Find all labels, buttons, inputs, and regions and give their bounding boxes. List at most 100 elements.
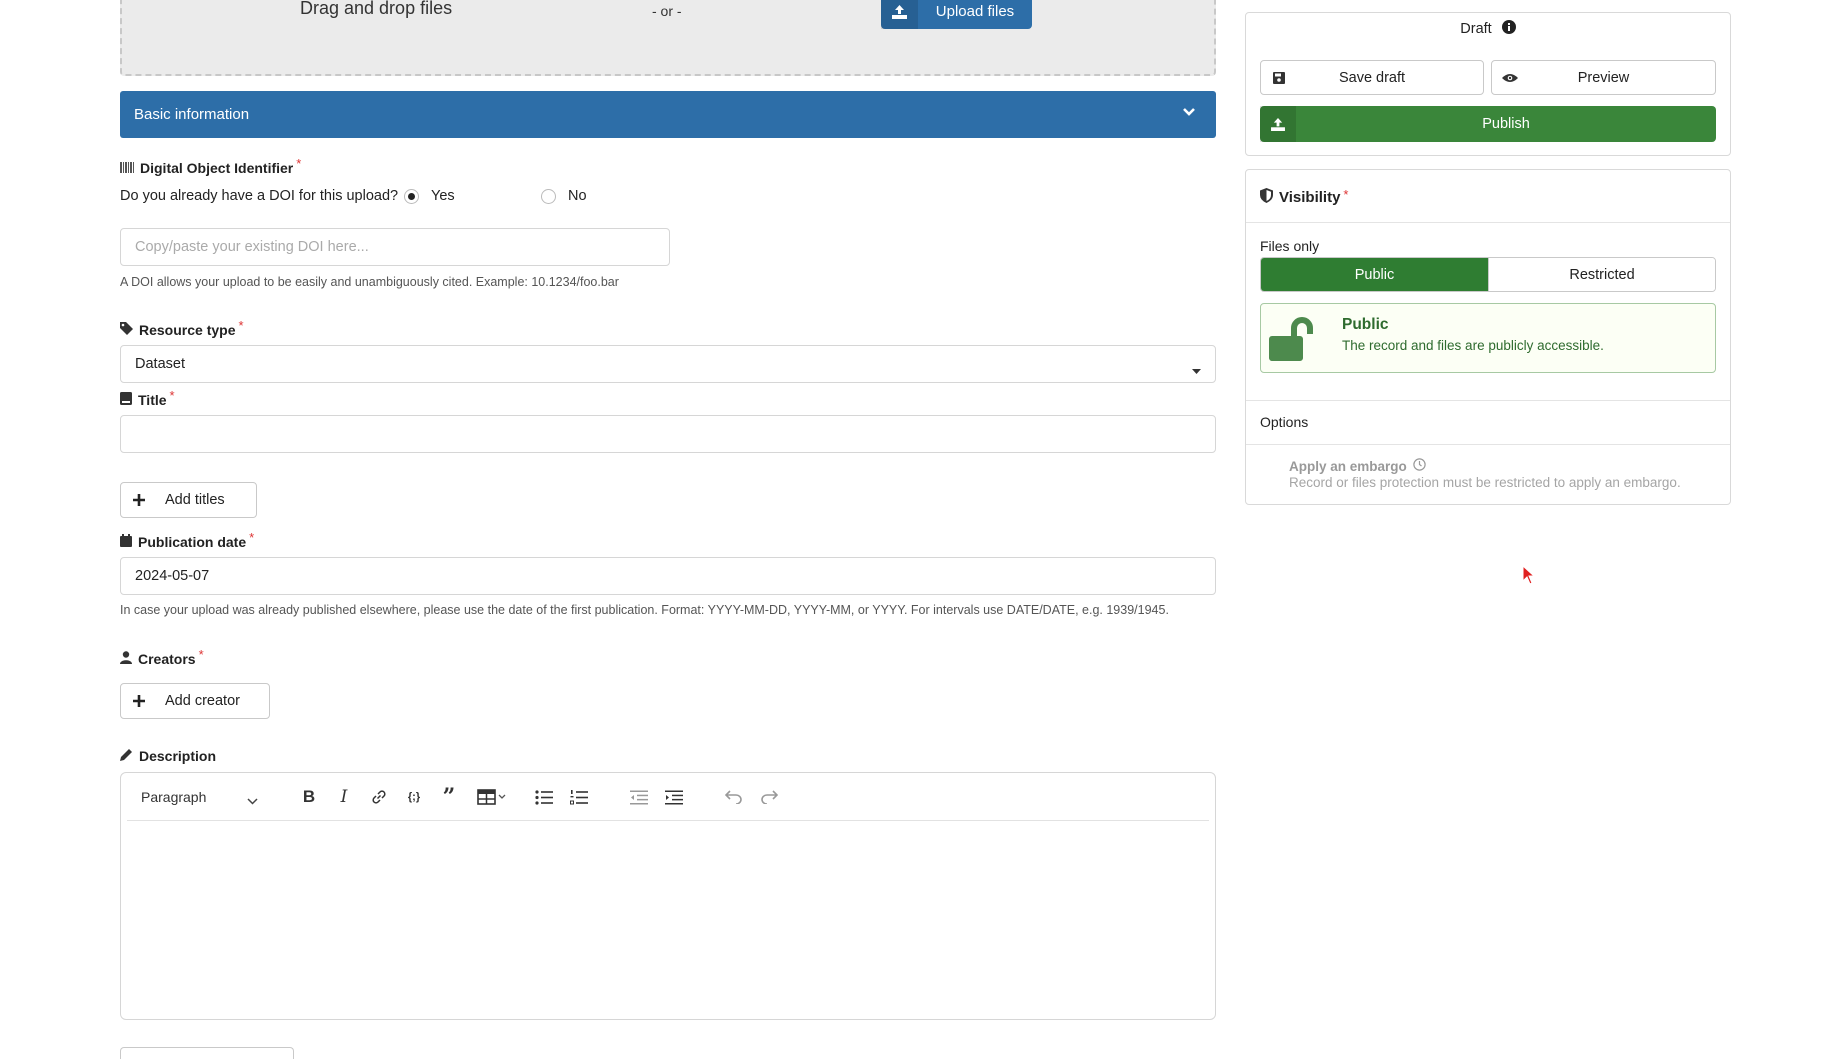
add-titles-label: Add titles xyxy=(165,492,225,508)
info-icon[interactable] xyxy=(1501,20,1516,38)
shield-icon xyxy=(1260,188,1273,207)
chevron-down-icon xyxy=(247,792,258,808)
visibility-toggle-group: Public Restricted xyxy=(1260,257,1716,292)
resource-type-select[interactable]: Dataset xyxy=(120,345,1216,383)
upload-files-label: Upload files xyxy=(935,3,1015,20)
doi-option-no[interactable]: No xyxy=(541,188,587,204)
unlock-icon xyxy=(1269,316,1319,366)
visibility-panel: Visibility * Files only Public Restricte… xyxy=(1245,169,1731,505)
options-header: Options xyxy=(1260,414,1309,430)
dropzone-or-text: - or - xyxy=(652,3,682,19)
publish-button[interactable]: Publish xyxy=(1260,106,1716,142)
link-icon[interactable] xyxy=(367,785,391,809)
basic-information-accordion[interactable]: Basic information xyxy=(120,91,1216,138)
numbered-list-icon[interactable] xyxy=(567,785,591,809)
chevron-down-icon xyxy=(1182,105,1196,123)
description-label-group: Description xyxy=(120,748,216,764)
preview-label: Preview xyxy=(1577,69,1630,86)
draft-status-label: Draft xyxy=(1460,21,1492,37)
dropdown-caret-icon xyxy=(1192,362,1201,378)
paragraph-style-dropdown[interactable]: Paragraph xyxy=(141,785,261,809)
outdent-icon[interactable] xyxy=(627,785,651,809)
visibility-header: Visibility * xyxy=(1260,187,1349,207)
doi-yes-label: Yes xyxy=(431,188,455,204)
mouse-cursor xyxy=(1522,564,1536,590)
publication-date-input[interactable]: 2024-05-07 xyxy=(120,557,1216,595)
public-toggle-button[interactable]: Public xyxy=(1261,258,1488,291)
status-panel: Draft Save draft Preview Publish xyxy=(1245,12,1731,156)
doi-yes-radio[interactable] xyxy=(404,188,419,204)
upload-icon xyxy=(1260,106,1296,142)
restricted-toggle-button[interactable]: Restricted xyxy=(1488,258,1715,291)
add-creator-label: Add creator xyxy=(165,693,240,709)
doi-input-placeholder: Copy/paste your existing DOI here... xyxy=(135,239,369,255)
eye-icon xyxy=(1492,73,1528,83)
creators-label-group: Creators * xyxy=(120,647,204,667)
accordion-title: Basic information xyxy=(134,106,250,123)
upload-files-button[interactable]: Upload files xyxy=(881,0,1032,29)
editor-toolbar: Paragraph B I {;} ” xyxy=(127,773,1209,821)
title-required-mark: * xyxy=(169,387,175,403)
public-info-box: Public The record and files are publicly… xyxy=(1260,303,1716,373)
save-draft-label: Save draft xyxy=(1338,69,1406,86)
title-label-group: Title * xyxy=(120,388,175,408)
floppy-disk-icon xyxy=(1261,71,1297,84)
doi-required-mark: * xyxy=(296,155,302,171)
upload-icon xyxy=(881,0,918,29)
undo-icon[interactable] xyxy=(722,785,746,809)
indent-icon[interactable] xyxy=(662,785,686,809)
save-draft-button[interactable]: Save draft xyxy=(1260,60,1484,95)
embargo-title: Apply an embargo xyxy=(1289,458,1407,474)
doi-no-radio[interactable] xyxy=(541,188,556,204)
calendar-icon xyxy=(120,534,132,550)
bold-icon[interactable]: B xyxy=(297,785,321,809)
book-icon xyxy=(120,392,132,408)
table-icon[interactable] xyxy=(472,785,512,809)
resource-type-label: Resource type xyxy=(139,322,236,338)
user-icon xyxy=(120,651,132,667)
tag-icon xyxy=(120,322,133,338)
blockquote-icon[interactable]: ” xyxy=(437,784,461,810)
creators-label: Creators xyxy=(138,651,196,667)
publication-date-help: In case your upload was already publishe… xyxy=(120,603,1169,617)
add-creator-button[interactable]: Add creator xyxy=(120,683,270,719)
plus-icon xyxy=(121,695,157,707)
partial-button[interactable] xyxy=(120,1047,294,1059)
bulleted-list-icon[interactable] xyxy=(532,785,556,809)
public-info-title: Public xyxy=(1342,316,1389,333)
doi-no-label: No xyxy=(568,188,587,204)
publication-date-required-mark: * xyxy=(249,529,255,545)
doi-label: Digital Object Identifier xyxy=(140,160,294,176)
clock-icon xyxy=(1413,458,1426,474)
draft-status: Draft xyxy=(1246,13,1730,45)
code-block-icon[interactable]: {;} xyxy=(402,785,426,809)
visibility-title: Visibility xyxy=(1279,189,1341,206)
doi-input[interactable]: Copy/paste your existing DOI here... xyxy=(120,228,670,266)
title-input[interactable] xyxy=(120,415,1216,453)
dropzone-text: Drag and drop files xyxy=(300,0,453,18)
doi-option-yes[interactable]: Yes xyxy=(404,188,455,204)
embargo-help: Record or files protection must be restr… xyxy=(1289,475,1681,490)
italic-icon[interactable]: I xyxy=(332,785,356,809)
add-titles-button[interactable]: Add titles xyxy=(120,482,257,518)
preview-button[interactable]: Preview xyxy=(1491,60,1716,95)
description-label: Description xyxy=(139,748,217,764)
barcode-icon xyxy=(120,160,134,176)
visibility-required-mark: * xyxy=(1343,187,1349,202)
options-top-divider xyxy=(1246,400,1730,401)
doi-help: A DOI allows your upload to be easily an… xyxy=(120,275,619,289)
resource-type-value: Dataset xyxy=(135,356,185,372)
files-only-label: Files only xyxy=(1260,238,1320,254)
creators-required-mark: * xyxy=(198,646,204,662)
publication-date-label: Publication date xyxy=(138,534,247,550)
doi-question: Do you already have a DOI for this uploa… xyxy=(120,188,399,204)
description-editor[interactable]: Paragraph B I {;} ” xyxy=(120,772,1216,1020)
redo-icon[interactable] xyxy=(757,785,781,809)
pencil-icon xyxy=(120,748,133,764)
resource-type-label-group: Resource type * xyxy=(120,318,244,338)
title-label: Title xyxy=(138,392,167,408)
visibility-divider xyxy=(1246,222,1730,223)
publication-date-value: 2024-05-07 xyxy=(135,568,210,584)
publish-label: Publish xyxy=(1482,116,1530,132)
plus-icon xyxy=(121,494,157,506)
